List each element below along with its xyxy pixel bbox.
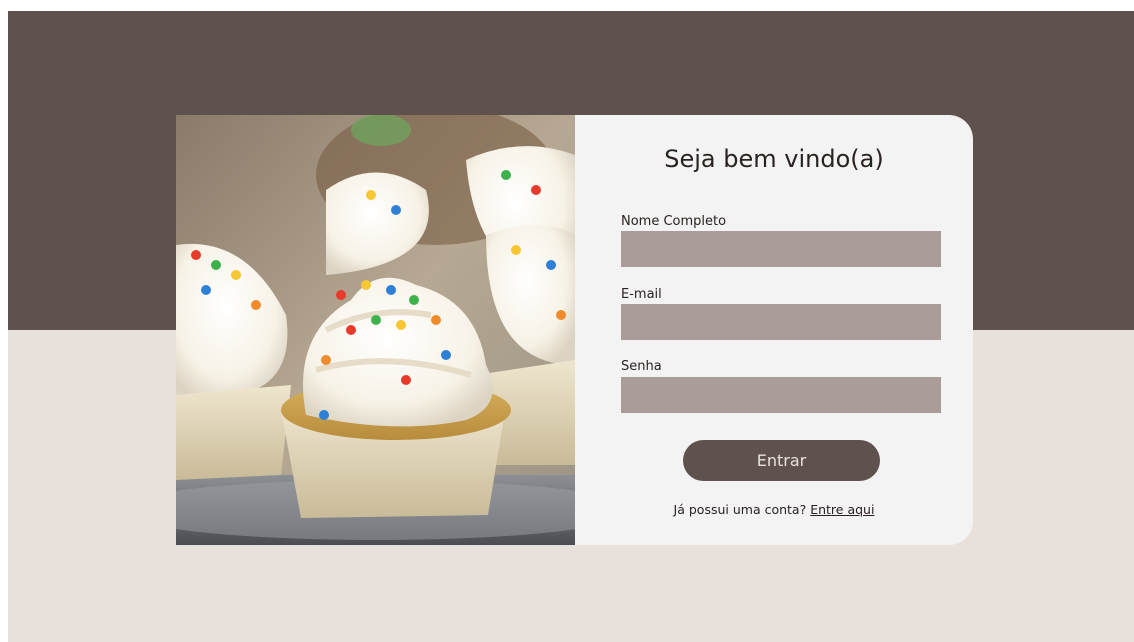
signup-form-panel: Seja bem vindo(a) Nome Completo E-mail S… — [575, 115, 973, 545]
password-label: Senha — [621, 359, 662, 374]
cupcakes-image — [176, 115, 575, 545]
login-prompt: Já possui uma conta? Entre aqui — [575, 502, 973, 517]
login-link[interactable]: Entre aqui — [810, 502, 874, 517]
form-title: Seja bem vindo(a) — [664, 145, 884, 173]
password-input[interactable] — [621, 377, 941, 413]
signup-page: Seja bem vindo(a) Nome Completo E-mail S… — [8, 11, 1134, 642]
fullname-input[interactable] — [621, 231, 941, 267]
signup-card: Seja bem vindo(a) Nome Completo E-mail S… — [176, 115, 973, 545]
email-label: E-mail — [621, 287, 662, 302]
fullname-label: Nome Completo — [621, 214, 727, 229]
submit-button[interactable]: Entrar — [683, 440, 880, 481]
email-input[interactable] — [621, 304, 941, 340]
login-prompt-text: Já possui uma conta? — [673, 502, 807, 517]
